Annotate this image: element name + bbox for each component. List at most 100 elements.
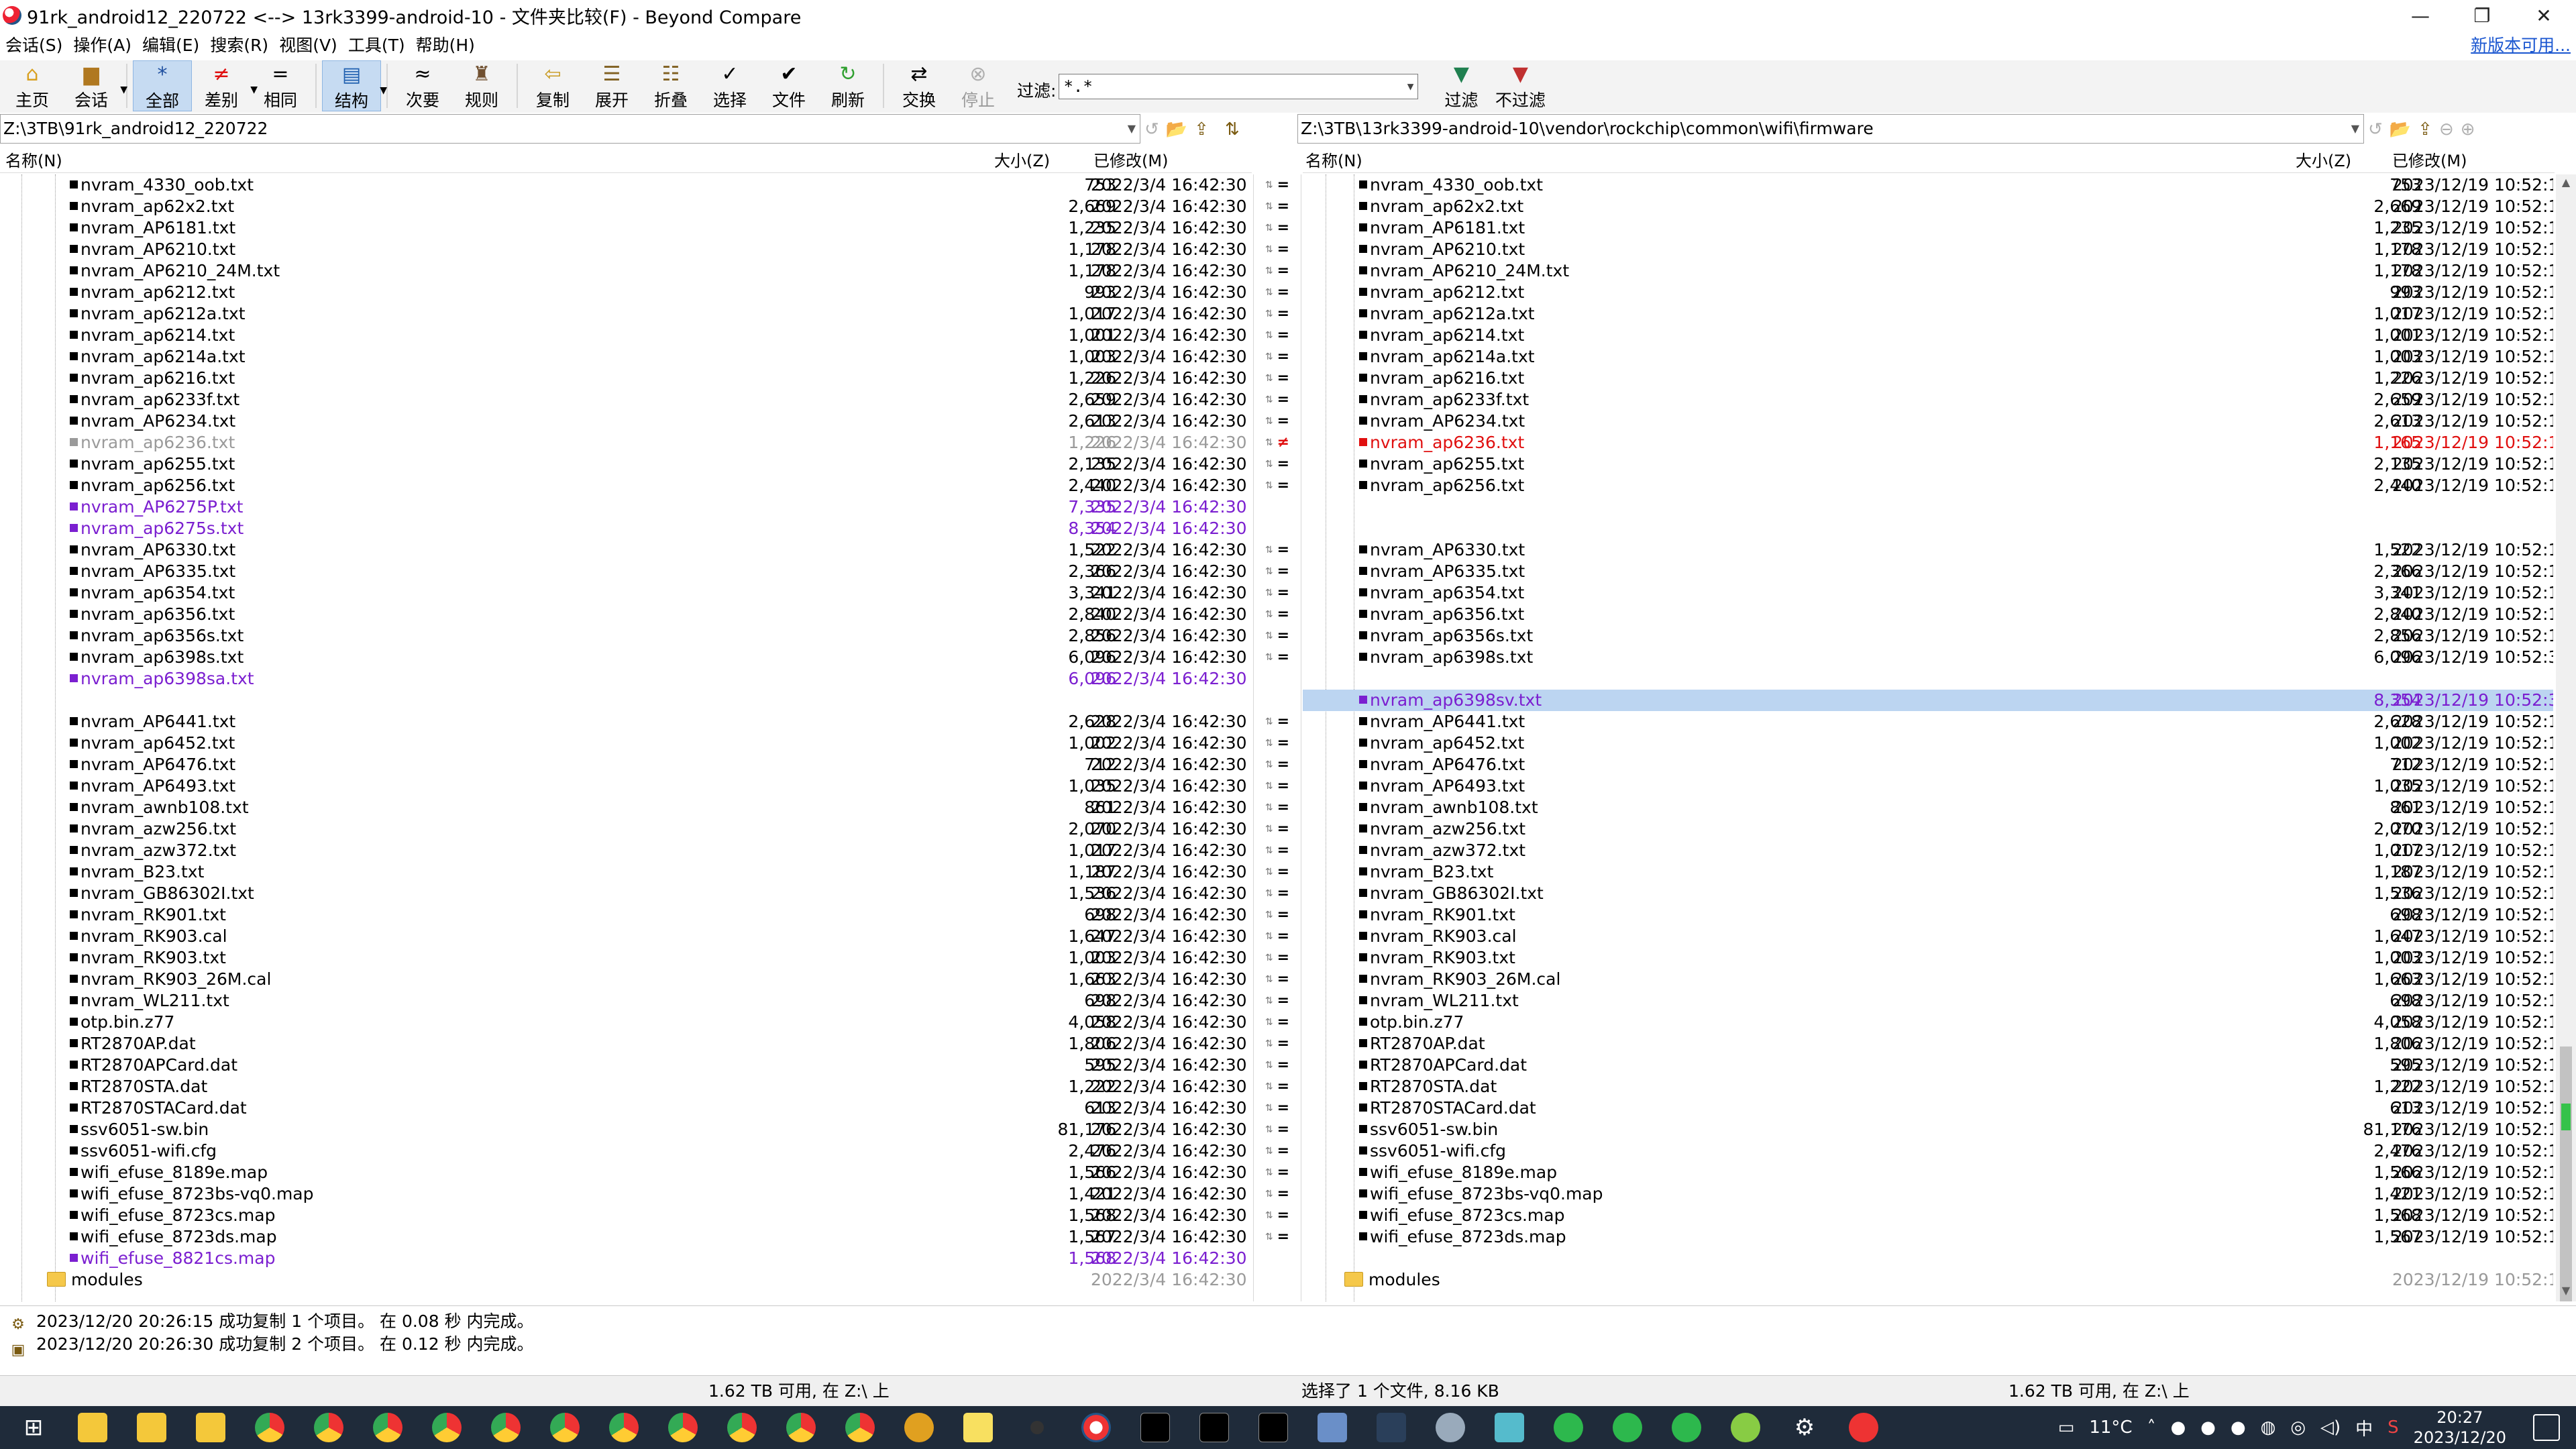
audio-icon[interactable]: [1371, 1407, 1411, 1448]
file-row[interactable]: nvram_azw372.txt 1,017 2023/12/19 10:52:17: [1303, 840, 2553, 861]
terminal-icon[interactable]: [1194, 1407, 1234, 1448]
file-row[interactable]: RT2870STACard.dat 613 2022/3/4 16:42:30: [0, 1097, 1252, 1119]
chrome-icon[interactable]: [368, 1407, 408, 1448]
sync-arrows-icon[interactable]: ⇅: [1265, 1205, 1273, 1226]
file-explorer-icon[interactable]: [72, 1407, 113, 1448]
file-row[interactable]: nvram_ap6216.txt 1,226 2022/3/4 16:42:30: [0, 368, 1252, 389]
file-row[interactable]: nvram_ap6356.txt 2,840 2022/3/4 16:42:30: [0, 604, 1252, 625]
file-row[interactable]: nvram_ap6214.txt 1,001 2022/3/4 16:42:30: [0, 325, 1252, 346]
sync-arrows-icon[interactable]: ⇅: [1265, 239, 1273, 260]
sync-arrows-icon[interactable]: ⇅: [1265, 797, 1273, 818]
file-row[interactable]: nvram_AP6181.txt 1,235 2023/12/19 10:52:17: [1303, 217, 2553, 239]
wechat-tray-icon[interactable]: ●: [2231, 1417, 2246, 1438]
history-icon[interactable]: ↺: [1144, 119, 1159, 140]
chrome-icon[interactable]: [427, 1407, 467, 1448]
file-row[interactable]: nvram_AP6441.txt 2,628 2022/3/4 16:42:30: [0, 711, 1252, 733]
file-row[interactable]: nvram_AP6330.txt 1,522 2023/12/19 10:52:17: [1303, 539, 2553, 561]
file-row[interactable]: nvram_AP6493.txt 1,035 2023/12/19 10:52:17: [1303, 775, 2553, 797]
file-row[interactable]: nvram_RK901.txt 698 2022/3/4 16:42:30: [0, 904, 1252, 926]
file-row[interactable]: wifi_efuse_8723cs.map 1,568 2022/3/4 16:42…: [0, 1205, 1252, 1226]
file-row[interactable]: nvram_ap6356s.txt 2,856 2023/12/19 10:52:1…: [1303, 625, 2553, 647]
menu-tools[interactable]: 工具(T): [343, 31, 411, 60]
sync-arrows-icon[interactable]: ⇅: [1265, 1033, 1273, 1055]
file-row[interactable]: nvram_B23.txt 1,187 2023/12/19 10:52:17: [1303, 861, 2553, 883]
minor-button[interactable]: ≈ 次要: [393, 60, 452, 111]
file-row[interactable]: modules 2022/3/4 16:42:30: [0, 1269, 1252, 1291]
file-row[interactable]: nvram_AP6234.txt 2,613 2022/3/4 16:42:30: [0, 411, 1252, 432]
files-button[interactable]: ✔ 文件: [759, 60, 818, 111]
menu-help[interactable]: 帮助(H): [411, 31, 480, 60]
sync-arrows-icon[interactable]: ⇅: [1265, 282, 1273, 303]
notes-icon[interactable]: [958, 1407, 998, 1448]
file-row[interactable]: nvram_RK903.txt 1,003 2023/12/19 10:52:17: [1303, 947, 2553, 969]
show-all-button[interactable]: * 全部: [133, 60, 192, 111]
file-row[interactable]: wifi_efuse_8189e.map 1,566 2022/3/4 16:42:…: [0, 1162, 1252, 1183]
app-icon[interactable]: [1725, 1407, 1766, 1448]
file-row[interactable]: RT2870APCard.dat 595 2023/12/19 10:52:17: [1303, 1055, 2553, 1076]
left-path-input[interactable]: Z:\3TB\91rk_android12_220722 ▼: [0, 114, 1140, 144]
file-row[interactable]: RT2870AP.dat 1,806 2022/3/4 16:42:30: [0, 1033, 1252, 1055]
file-row[interactable]: nvram_AP6335.txt 2,366 2023/12/19 10:52:17: [1303, 561, 2553, 582]
file-row[interactable]: nvram_AP6476.txt 712 2022/3/4 16:42:30: [0, 754, 1252, 775]
file-row[interactable]: RT2870AP.dat 1,806 2023/12/19 10:52:17: [1303, 1033, 2553, 1055]
remote-desktop-icon[interactable]: [1312, 1407, 1352, 1448]
filter-button[interactable]: ▼ 过滤: [1432, 60, 1491, 111]
file-row[interactable]: nvram_ap6216.txt 1,226 2023/12/19 10:52:17: [1303, 368, 2553, 389]
file-row[interactable]: wifi_efuse_8189e.map 1,566 2023/12/19 10:5…: [1303, 1162, 2553, 1183]
file-row[interactable]: wifi_efuse_8723ds.map 1,567 2023/12/19 10:…: [1303, 1226, 2553, 1248]
file-row[interactable]: nvram_AP6476.txt 712 2023/12/19 10:52:17: [1303, 754, 2553, 775]
file-row[interactable]: RT2870STACard.dat 613 2023/12/19 10:52:17: [1303, 1097, 2553, 1119]
right-vertical-scrollbar[interactable]: ▲ ▼: [2556, 174, 2576, 1301]
file-row[interactable]: nvram_ap6214a.txt 1,003 2023/12/19 10:52:1…: [1303, 346, 2553, 368]
file-row[interactable]: nvram_GB86302I.txt 1,536 2023/12/19 10:52:…: [1303, 883, 2553, 904]
file-row[interactable]: nvram_ap6236.txt 1,165 2023/12/19 10:52:17: [1303, 432, 2553, 453]
sync-arrows-icon[interactable]: ⇅: [1265, 325, 1273, 346]
file-row[interactable]: nvram_ap6356.txt 2,840 2023/12/19 10:52:17: [1303, 604, 2553, 625]
folder-open-icon[interactable]: 📂: [2390, 119, 2411, 140]
file-row[interactable]: nvram_AP6335.txt 2,366 2022/3/4 16:42:30: [0, 561, 1252, 582]
file-row[interactable]: nvram_ap6452.txt 1,002 2023/12/19 10:52:17: [1303, 733, 2553, 754]
chrome-icon[interactable]: [781, 1407, 821, 1448]
file-row[interactable]: nvram_RK903.txt 1,003 2022/3/4 16:42:30: [0, 947, 1252, 969]
file-row[interactable]: nvram_ap6255.txt 2,135 2023/12/19 10:52:17: [1303, 453, 2553, 475]
refresh-button[interactable]: ↻ 刷新: [818, 60, 877, 111]
sync-arrows-icon[interactable]: ⇅: [1265, 840, 1273, 861]
file-row[interactable]: ssv6051-wifi.cfg 2,476 2023/12/19 10:52:17: [1303, 1140, 2553, 1162]
maximize-button[interactable]: ❐: [2451, 0, 2513, 31]
volume-icon[interactable]: ◁): [2320, 1417, 2341, 1438]
file-row[interactable]: nvram_ap6354.txt 3,341 2022/3/4 16:42:30: [0, 582, 1252, 604]
sync-arrows-icon[interactable]: ⇅: [1265, 754, 1273, 775]
chrome-icon[interactable]: [722, 1407, 762, 1448]
scroll-thumb[interactable]: [2560, 1046, 2572, 1301]
copy-button[interactable]: ⇦ 复制: [523, 60, 582, 111]
empty-row[interactable]: [1303, 668, 2553, 690]
new-version-link[interactable]: 新版本可用...: [2471, 31, 2571, 60]
file-row[interactable]: wifi_efuse_8723ds.map 1,567 2022/3/4 16:42…: [0, 1226, 1252, 1248]
folder-up-icon[interactable]: ⇪: [2418, 119, 2432, 140]
file-row[interactable]: nvram_ap6212.txt 993 2023/12/19 10:52:17: [1303, 282, 2553, 303]
file-row[interactable]: wifi_efuse_8821cs.map 1,568 2022/3/4 16:42…: [0, 1248, 1252, 1269]
terminal-icon[interactable]: [1253, 1407, 1293, 1448]
beyond-compare-icon[interactable]: [1076, 1407, 1116, 1448]
select-button[interactable]: ✓ 选择: [700, 60, 759, 111]
sync-arrows-icon[interactable]: ⇅: [1265, 1119, 1273, 1140]
file-row[interactable]: nvram_ap62x2.txt 2,669 2023/12/19 10:52:17: [1303, 196, 2553, 217]
file-row[interactable]: wifi_efuse_8723bs-vq0.map 1,421 2023/12/19…: [1303, 1183, 2553, 1205]
folder-sync-icon[interactable]: ⇅: [1225, 119, 1240, 140]
empty-row[interactable]: [1303, 496, 2553, 518]
scroll-down-icon[interactable]: ▼: [2556, 1284, 2576, 1297]
file-row[interactable]: ssv6051-sw.bin 81,176 2022/3/4 16:42:30: [0, 1119, 1252, 1140]
file-row[interactable]: nvram_ap6214.txt 1,001 2023/12/19 10:52:17: [1303, 325, 2553, 346]
file-row[interactable]: nvram_ap6398sa.txt 6,096 2022/3/4 16:42:30: [0, 668, 1252, 690]
expand-button[interactable]: ☰ 展开: [582, 60, 641, 111]
folder-open-icon[interactable]: 📂: [1166, 119, 1187, 140]
collapse-button[interactable]: ☷ 折叠: [641, 60, 700, 111]
empty-row[interactable]: [0, 690, 1252, 711]
right-col-modified[interactable]: 已修改(M): [2392, 149, 2467, 173]
filter-input[interactable]: *.* ▼: [1059, 74, 1419, 99]
file-row[interactable]: nvram_AP6210.txt 1,178 2022/3/4 16:42:30: [0, 239, 1252, 260]
sync-arrows-icon[interactable]: ⇅: [1265, 604, 1273, 625]
sync-arrows-icon[interactable]: ⇅: [1265, 368, 1273, 389]
right-col-size[interactable]: 大小(Z): [2296, 149, 2351, 173]
app-icon[interactable]: [1489, 1407, 1529, 1448]
